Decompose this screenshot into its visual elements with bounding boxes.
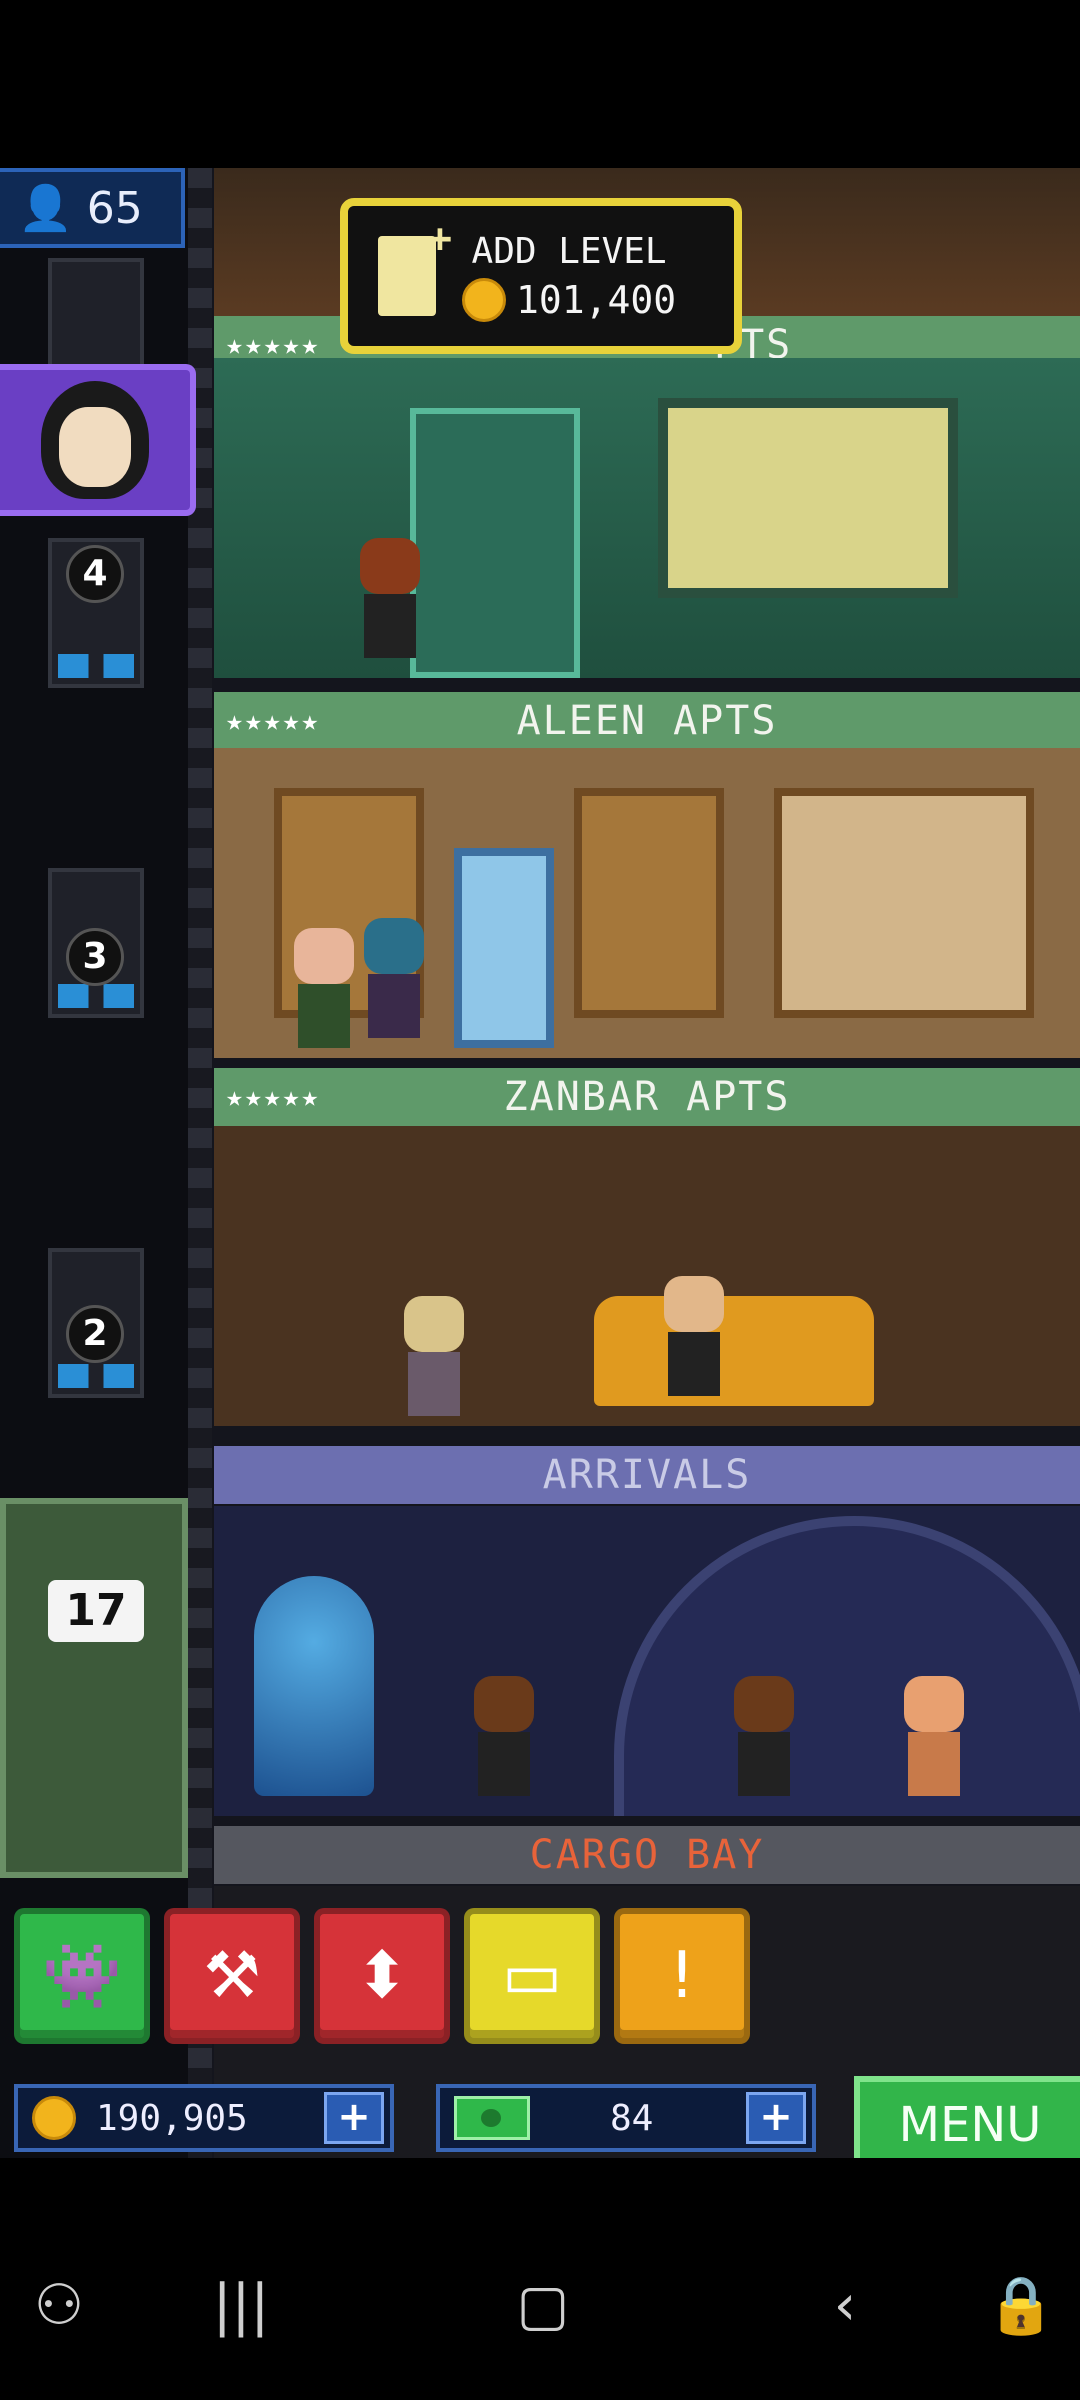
bitizen-face-icon — [41, 381, 149, 499]
arch-window — [614, 1516, 1080, 1816]
alien-icon: 👾 — [42, 1939, 122, 2014]
exclamation-icon: ! — [669, 1939, 695, 2013]
bux-display[interactable]: 84 + — [436, 2084, 816, 2152]
bitizen[interactable] — [904, 1676, 964, 1796]
add-level-label: ADD LEVEL — [471, 230, 667, 272]
elevator-passenger-count: 17 — [48, 1580, 144, 1642]
bux-value: 84 — [610, 2097, 654, 2139]
recent-apps-icon[interactable]: ||| — [196, 2260, 286, 2350]
system-navigation-bar: ⚇ ||| ▢ ‹ 🔒 — [0, 2210, 1080, 2400]
floor-label[interactable]: ARRIVALS — [214, 1446, 1080, 1504]
elevator-button[interactable]: ⬍ — [314, 1908, 450, 2044]
floor-label[interactable]: CARGO BAY — [214, 1826, 1080, 1884]
vip-avatar[interactable] — [0, 364, 196, 516]
hammer-icon: ⚒ — [203, 1939, 261, 2013]
bitizen[interactable] — [364, 918, 424, 1038]
menu-button[interactable]: MENU — [854, 2076, 1080, 2158]
bitizen[interactable] — [404, 1296, 464, 1416]
bux-icon — [454, 2096, 530, 2140]
add-level-button[interactable]: ADD LEVEL 101,400 — [340, 198, 742, 354]
coins-value: 190,905 — [96, 2097, 248, 2139]
add-level-cost: 101,400 — [516, 277, 677, 322]
box-icon: ▭ — [501, 1939, 563, 2013]
person-icon: 👤 — [18, 183, 73, 234]
add-bux-button[interactable]: + — [746, 2092, 806, 2144]
window — [658, 398, 958, 598]
elevator-door — [454, 848, 554, 1048]
action-buttons: 👾 ⚒ ⬍ ▭ ! — [14, 1908, 750, 2044]
floor-name: ALEEN APTS — [516, 698, 778, 744]
elevator-arrows-icon: ⬍ — [355, 1939, 409, 2013]
population-counter[interactable]: 👤 65 — [0, 168, 185, 248]
floor-room[interactable] — [214, 358, 1080, 678]
lobby-room[interactable] — [214, 1506, 1080, 1816]
lamp-panel — [774, 788, 1034, 1018]
add-coins-button[interactable]: + — [324, 2092, 384, 2144]
teleport-tube — [254, 1576, 374, 1796]
floor-number: 3 — [66, 928, 124, 986]
floor-name: ARRIVALS — [542, 1452, 752, 1498]
game-view[interactable]: 4 3 2 👤 65 ▤ 28 ★★★★★ PTS ★★★★★ ALEEN AP… — [0, 168, 1080, 2158]
floor-room[interactable] — [214, 748, 1080, 1058]
wall-panel — [574, 788, 724, 1018]
bitizen[interactable] — [360, 538, 420, 658]
floor-room[interactable] — [214, 1126, 1080, 1426]
floor-stars: ★★★★★ — [226, 1080, 321, 1113]
alien-button[interactable]: 👾 — [14, 1908, 150, 2044]
inventory-button[interactable]: ▭ — [464, 1908, 600, 2044]
floor-name: CARGO BAY — [529, 1832, 765, 1878]
bitizen[interactable] — [294, 928, 354, 1048]
back-icon[interactable]: ‹ — [800, 2260, 890, 2350]
floor-number: 4 — [66, 545, 124, 603]
home-icon[interactable]: ▢ — [498, 2260, 588, 2350]
game-launcher-icon[interactable]: ⚇ — [14, 2260, 104, 2350]
elevator-car[interactable] — [0, 1498, 188, 1878]
add-floor-icon — [378, 216, 452, 316]
alerts-button[interactable]: ! — [614, 1908, 750, 2044]
coins-display[interactable]: 190,905 + — [14, 2084, 394, 2152]
bitizen[interactable] — [734, 1676, 794, 1796]
floor-number: 2 — [66, 1305, 124, 1363]
floor-stars: ★★★★★ — [226, 704, 321, 737]
build-button[interactable]: ⚒ — [164, 1908, 300, 2044]
sofa — [594, 1296, 874, 1406]
floor-label[interactable]: ★★★★★ ALEEN APTS — [214, 692, 1080, 750]
coin-icon — [462, 277, 506, 322]
currency-bar: 190,905 + 84 + MENU — [0, 2076, 1080, 2158]
door — [410, 408, 580, 678]
floor-label[interactable]: ★★★★★ ZANBAR APTS — [214, 1068, 1080, 1126]
floor-name: ZANBAR APTS — [503, 1074, 791, 1120]
screen-lock-icon[interactable]: 🔒 — [976, 2260, 1066, 2350]
bitizen[interactable] — [474, 1676, 534, 1796]
coin-icon — [32, 2096, 76, 2140]
bitizen[interactable] — [664, 1276, 724, 1396]
population-value: 65 — [86, 182, 143, 234]
